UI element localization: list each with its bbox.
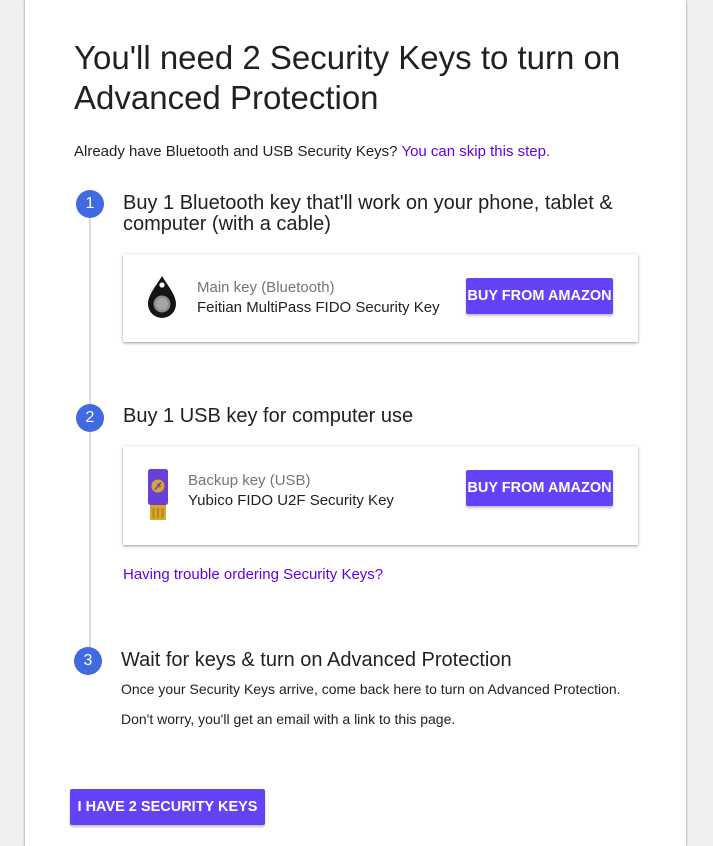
have-security-keys-button[interactable]: I HAVE 2 SECURITY KEYS [70,789,265,825]
intro-question: Already have Bluetooth and USB Security … [74,143,398,160]
step-1-number: 1 [76,190,104,218]
usb-key-icon [147,468,169,522]
arrival-instructions: Once your Security Keys arrive, come bac… [121,681,621,697]
product-info: Main key (Bluetooth) Feitian MultiPass F… [197,278,440,318]
step-2-title: Buy 1 USB key for computer use [123,405,414,427]
bluetooth-key-icon [146,275,178,319]
buy-usb-key-button[interactable]: BUY FROM AMAZON [466,470,613,506]
trouble-ordering-link[interactable]: Having trouble ordering Security Keys? [123,565,383,585]
skip-step-link[interactable]: You can skip this step. [401,143,550,160]
product-info: Backup key (USB) Yubico FIDO U2F Securit… [188,471,394,511]
page-title: You'll need 2 Security Keys to turn on A… [74,39,621,116]
product-name: Yubico FIDO U2F Security Key [188,492,394,509]
usb-key-card: Backup key (USB) Yubico FIDO U2F Securit… [123,446,638,545]
buy-bluetooth-key-button[interactable]: BUY FROM AMAZON [466,278,613,314]
product-name: Feitian MultiPass FIDO Security Key [197,299,440,316]
step-1-title: Buy 1 Bluetooth key that'll work on your… [123,192,613,235]
timeline-line [89,210,91,658]
email-notice: Don't worry, you'll get an email with a … [121,711,456,727]
step-3-number: 3 [74,647,102,675]
step-3-title: Wait for keys & turn on Advanced Protect… [121,649,512,671]
step-2-number: 2 [76,404,104,432]
product-label: Main key (Bluetooth) [197,279,335,296]
bluetooth-key-card: Main key (Bluetooth) Feitian MultiPass F… [123,254,638,342]
product-label: Backup key (USB) [188,472,311,489]
main-card: You'll need 2 Security Keys to turn on A… [25,0,686,846]
intro-text: Already have Bluetooth and USB Security … [74,142,550,162]
